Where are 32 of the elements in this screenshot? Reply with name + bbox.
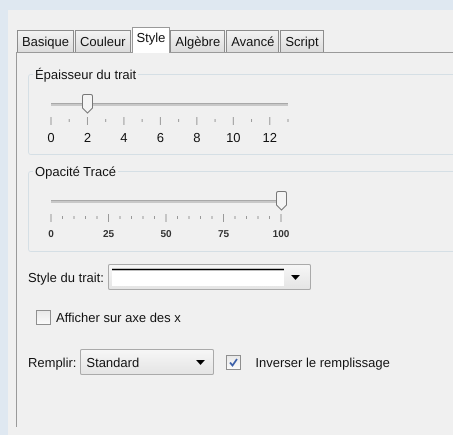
field-label: Style du trait: — [28, 270, 104, 284]
tab[interactable]: Basique — [17, 30, 74, 52]
slider-thumb[interactable] — [275, 191, 288, 211]
group-title: Épaisseur du trait — [34, 67, 138, 82]
tick-label: 12 — [262, 130, 277, 145]
tab[interactable]: Avancé — [226, 30, 280, 52]
tick-label: 10 — [226, 130, 241, 145]
checkbox[interactable] — [226, 354, 242, 370]
tab[interactable]: Couleur — [74, 30, 131, 52]
tick-label: 50 — [160, 229, 172, 240]
caret-icon — [290, 274, 300, 280]
tab[interactable]: Script — [280, 30, 324, 52]
checkbox-label: Afficher sur axe des x — [56, 310, 181, 325]
tick-label: 6 — [156, 130, 164, 145]
fill-dropdown[interactable]: Standard — [80, 349, 214, 375]
tick-label: 2 — [84, 130, 92, 145]
checkbox[interactable] — [36, 310, 51, 325]
group-title: Opacité Tracé — [34, 164, 117, 179]
tick-label: 25 — [102, 229, 114, 240]
tick-label: 0 — [48, 229, 54, 240]
tick-label: 100 — [272, 229, 290, 240]
tab[interactable]: Style — [132, 27, 170, 53]
slider-thumb[interactable] — [81, 94, 94, 114]
line-style-dropdown[interactable] — [108, 264, 311, 290]
tick-label: 8 — [193, 130, 200, 145]
tick-label: 75 — [218, 229, 230, 240]
checkbox-label: Inverser le remplissage — [255, 354, 390, 370]
tick-label: 0 — [47, 130, 55, 145]
caret-icon — [196, 360, 206, 364]
field-label: Remplir: — [28, 354, 76, 370]
tick-label: 4 — [120, 130, 128, 145]
tab[interactable]: Algèbre — [170, 30, 226, 52]
